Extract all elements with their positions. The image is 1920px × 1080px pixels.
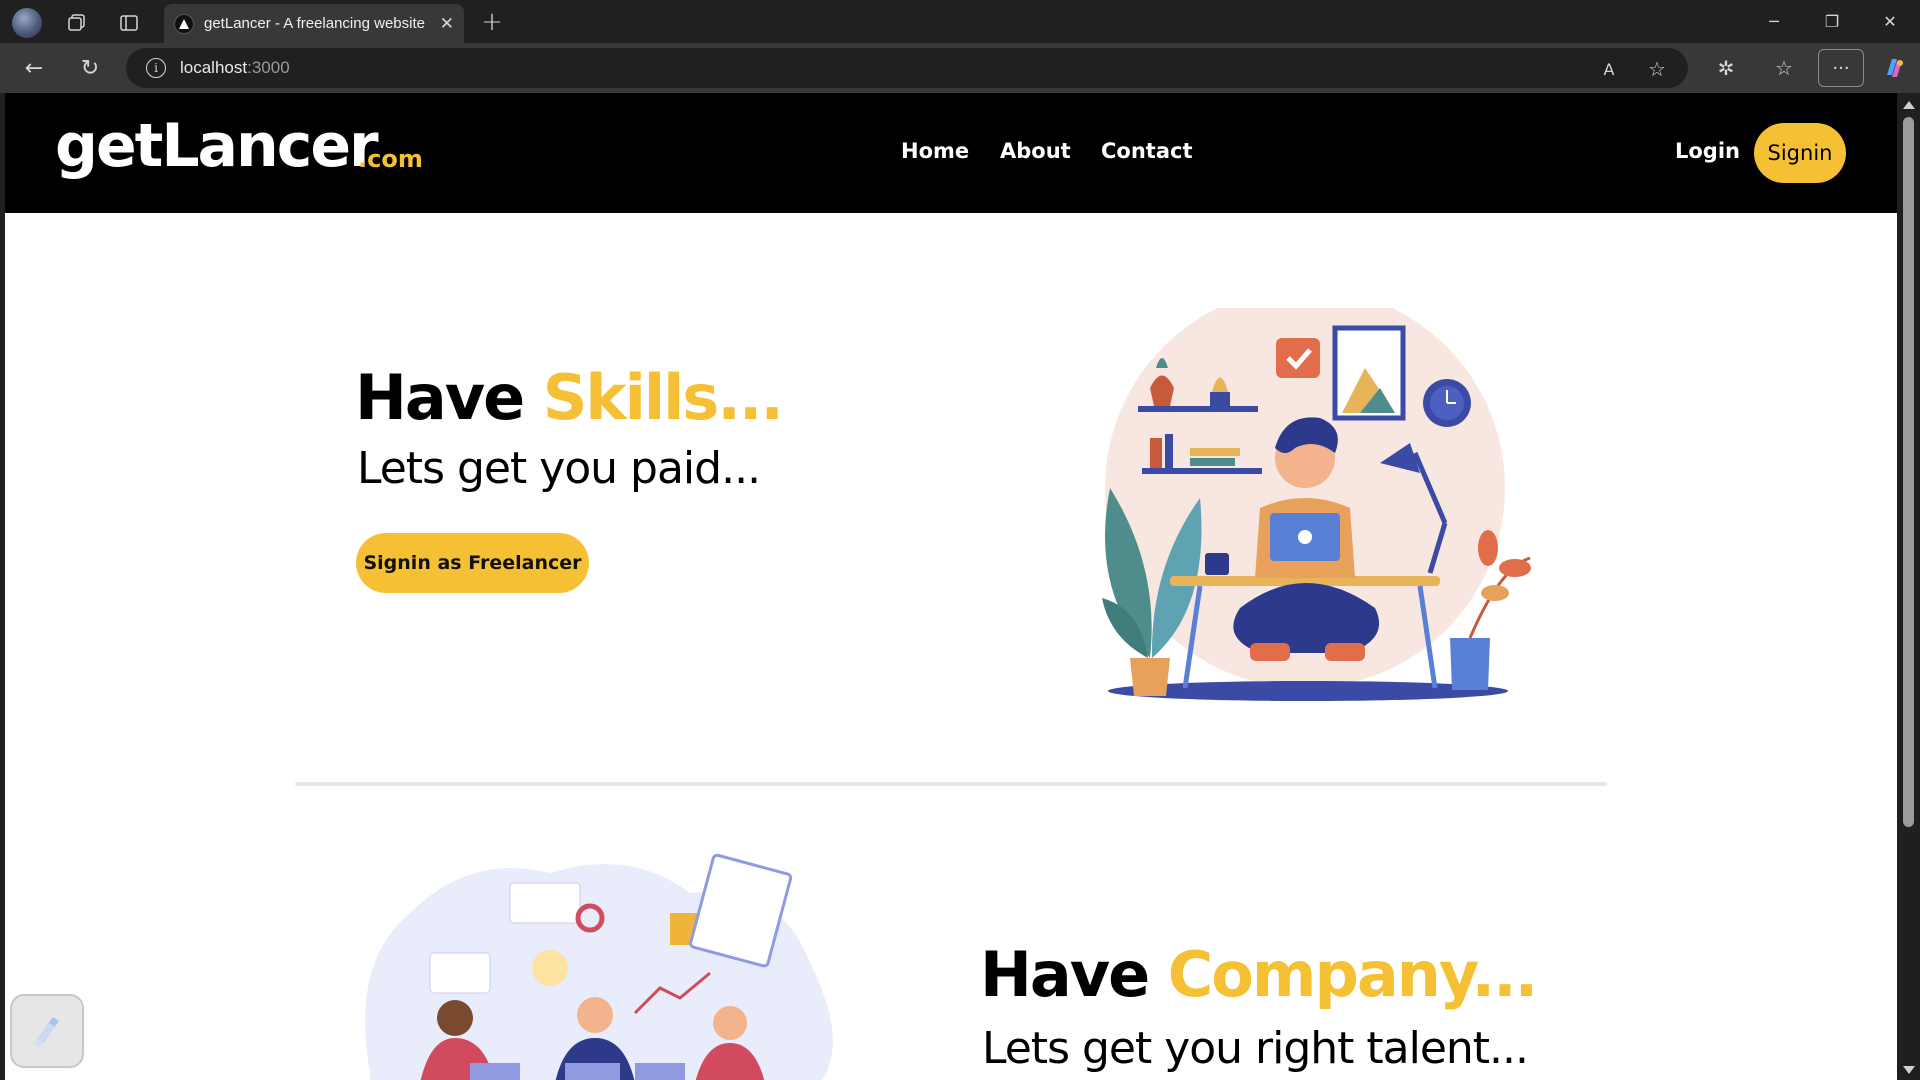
close-window-icon[interactable]: ✕	[1868, 8, 1912, 34]
scroll-down-arrow-icon[interactable]	[1903, 1066, 1915, 1074]
address-bar[interactable]: i localhost:3000 A ☆	[126, 48, 1688, 88]
site-logo-suffix: .com	[358, 145, 423, 173]
tab-title: getLancer - A freelancing website	[204, 15, 425, 32]
scroll-up-arrow-icon[interactable]	[1903, 101, 1915, 109]
more-menu-icon[interactable]: ···	[1818, 49, 1864, 87]
vertical-tabs-icon[interactable]	[116, 10, 142, 36]
close-tab-icon[interactable]: ✕	[440, 14, 454, 34]
login-link[interactable]: Login	[1675, 139, 1740, 163]
browser-toolbar: ← ↻ i localhost:3000 A ☆ ✲ ☆ ···	[0, 43, 1920, 93]
restore-icon[interactable]: ❐	[1810, 8, 1854, 34]
nav-link-about[interactable]: About	[1000, 139, 1071, 163]
read-aloud-icon[interactable]: A	[1596, 56, 1622, 82]
minimize-icon[interactable]: ─	[1752, 8, 1796, 34]
page-viewport: getLancer .com Home About Contact Login …	[5, 93, 1897, 1080]
company-headline: Have Company...	[980, 938, 1538, 1011]
freelancer-illustration	[1102, 308, 1531, 701]
new-tab-icon[interactable]: +	[478, 7, 506, 37]
section-divider	[295, 782, 1607, 786]
nav-link-contact[interactable]: Contact	[1101, 139, 1193, 163]
floating-app-icon[interactable]	[10, 994, 84, 1068]
browser-tab-bar: getLancer - A freelancing website ✕ + ─ …	[0, 0, 1920, 43]
back-icon[interactable]: ←	[20, 54, 48, 82]
hero-subheadline: Lets get you paid...	[357, 443, 761, 494]
scroll-thumb[interactable]	[1903, 117, 1914, 827]
site-navbar: getLancer .com Home About Contact Login …	[5, 93, 1897, 213]
team-illustration	[365, 853, 833, 1080]
page-scrollbar[interactable]	[1897, 93, 1920, 1080]
hero-headline: Have Skills...	[355, 361, 784, 434]
profile-avatar[interactable]	[12, 8, 42, 38]
favorite-star-icon[interactable]: ☆	[1644, 56, 1670, 82]
site-logo[interactable]: getLancer	[55, 111, 379, 181]
copilot-icon[interactable]	[1880, 54, 1908, 82]
active-tab[interactable]: getLancer - A freelancing website ✕	[164, 4, 464, 43]
site-info-icon[interactable]: i	[146, 58, 166, 78]
extensions-icon[interactable]: ✲	[1712, 54, 1740, 82]
url-text[interactable]: localhost:3000	[180, 58, 290, 78]
nav-link-home[interactable]: Home	[901, 139, 969, 163]
signin-button[interactable]: Signin	[1754, 123, 1846, 183]
favicon-icon	[174, 13, 194, 34]
signin-freelancer-button[interactable]: Signin as Freelancer	[356, 533, 589, 593]
refresh-icon[interactable]: ↻	[76, 54, 104, 82]
favorites-icon[interactable]: ☆	[1770, 54, 1798, 82]
company-subheadline: Lets get you right talent...	[982, 1023, 1529, 1074]
workspaces-icon[interactable]	[64, 10, 90, 36]
